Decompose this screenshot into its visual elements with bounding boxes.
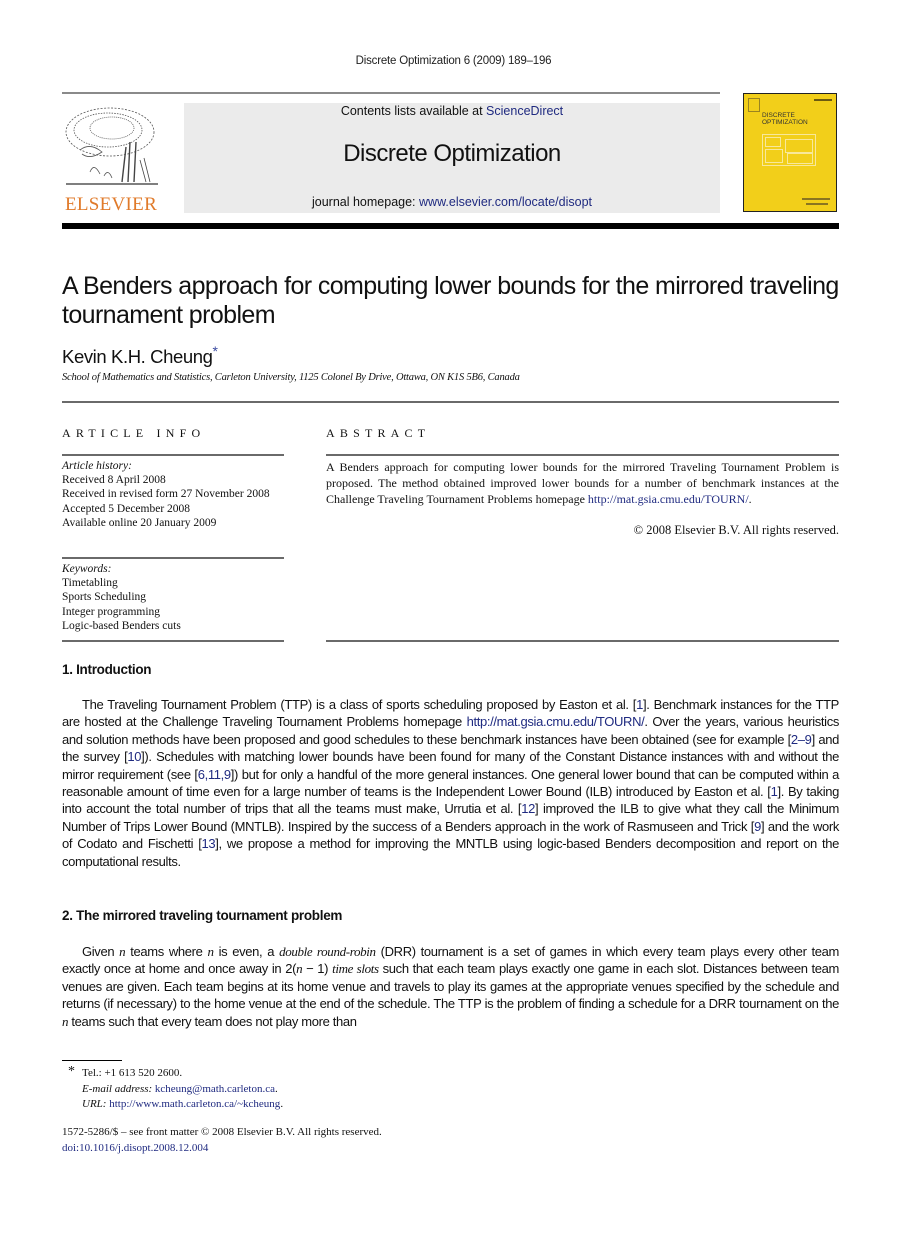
contents-line: Contents lists available at ScienceDirec…: [184, 104, 720, 118]
citation-link[interactable]: 12: [521, 801, 535, 816]
abstract-copyright: © 2008 Elsevier B.V. All rights reserved…: [633, 523, 839, 537]
history-item: Accepted 5 December 2008: [62, 502, 191, 515]
author-footnote-mark[interactable]: *: [213, 343, 218, 359]
cover-title: DISCRETE OPTIMIZATION: [762, 112, 808, 126]
text-run: Given: [82, 944, 120, 959]
article-info-rule: [62, 454, 284, 456]
keyword-item: Logic-based Benders cuts: [62, 619, 181, 632]
text-run: The Traveling Tournament Problem (TTP) i…: [82, 697, 637, 712]
abstract-heading: ABSTRACT: [326, 426, 431, 440]
footnote-rule: [62, 1060, 122, 1061]
italic-term: double round-robin: [279, 944, 376, 959]
running-header: Discrete Optimization 6 (2009) 189–196: [355, 55, 552, 67]
email-label: E-mail address:: [82, 1082, 155, 1095]
author-affiliation: School of Mathematics and Statistics, Ca…: [62, 372, 520, 383]
text-run: − 1): [302, 961, 333, 977]
front-matter-footer: 1572-5286/$ – see front matter © 2008 El…: [62, 1125, 562, 1156]
italic-term: time slots: [332, 961, 379, 977]
citation-link[interactable]: 9: [754, 819, 761, 834]
journal-homepage-link[interactable]: www.elsevier.com/locate/disopt: [419, 195, 592, 209]
citation-link[interactable]: 1: [636, 697, 643, 712]
keywords-label: Keywords:: [62, 563, 112, 575]
abstract-text: A Benders approach for computing lower b…: [326, 460, 839, 506]
citation-link[interactable]: 2–9: [791, 732, 812, 747]
issn-line: 1572-5286/$ – see front matter © 2008 El…: [62, 1126, 382, 1138]
cover-graphic: [762, 134, 816, 166]
article-info-heading: ARTICLE INFO: [62, 426, 206, 440]
section-heading-mirrored-ttp: 2. The mirrored traveling tournament pro…: [62, 908, 343, 923]
cover-footer-mark: [802, 198, 830, 200]
footnote-tel: Tel.: +1 613 520 2600.: [82, 1067, 183, 1079]
text-run: teams such that every team does not play…: [68, 1013, 357, 1029]
journal-name: Discrete Optimization: [343, 140, 561, 167]
text-run: teams where: [125, 944, 208, 959]
citation-link[interactable]: 6,11,9: [198, 767, 231, 782]
history-item: Received in revised form 27 November 200…: [62, 488, 270, 501]
sciencedirect-link[interactable]: ScienceDirect: [486, 104, 563, 118]
abstract-body: A Benders approach for computing lower b…: [326, 460, 839, 506]
paragraph: The Traveling Tournament Problem (TTP) i…: [62, 696, 839, 870]
cover-logo-icon: [748, 98, 760, 112]
contents-prefix: Contents lists available at: [340, 104, 487, 118]
cover-issn-mark: [814, 99, 832, 101]
homepage-prefix: journal homepage:: [311, 195, 420, 209]
history-item: Received 8 April 2008: [62, 474, 166, 487]
journal-homepage-line: journal homepage: www.elsevier.com/locat…: [184, 195, 720, 209]
keyword-item: Timetabling: [62, 577, 118, 590]
header-rule: [62, 92, 720, 94]
history-item: Available online 20 January 2009: [62, 516, 217, 529]
author-footnote: * Tel.: +1 613 520 2600. E-mail address:…: [62, 1064, 562, 1113]
author-name: Kevin K.H. Cheung: [62, 346, 213, 368]
doi-link[interactable]: doi:10.1016/j.disopt.2008.12.004: [62, 1142, 208, 1154]
footnote-email-line: E-mail address: kcheung@math.carleton.ca…: [82, 1082, 278, 1095]
paragraph: Given n teams where n is even, a double …: [62, 943, 839, 1030]
keyword-item: Sports Scheduling: [62, 591, 147, 604]
keywords: Keywords: Timetabling Sports Scheduling …: [62, 562, 284, 633]
abstract-bottom-rule: [326, 640, 839, 642]
author-url-link[interactable]: http://www.math.carleton.ca/~kcheung: [109, 1098, 280, 1110]
keyword-item: Integer programming: [62, 605, 161, 618]
front-matter-rule: [62, 401, 839, 403]
citation-link[interactable]: http://mat.gsia.cmu.edu/TOURN/: [467, 714, 645, 729]
article-title: A Benders approach for computing lower b…: [62, 272, 839, 329]
elsevier-logo-text: ELSEVIER: [64, 194, 158, 215]
header-thick-rule: [62, 223, 839, 229]
journal-cover-thumbnail: DISCRETE OPTIMIZATION: [743, 93, 837, 212]
abstract-rule: [326, 454, 839, 456]
citation-link[interactable]: 10: [127, 749, 141, 764]
text-run: is even, a: [213, 944, 280, 959]
footnote-mark: *: [68, 1064, 75, 1079]
article-history-label: Article history:: [62, 460, 132, 472]
section-introduction-body: The Traveling Tournament Problem (TTP) i…: [62, 696, 839, 870]
keywords-rule: [62, 557, 284, 559]
section-heading-introduction: 1. Introduction: [62, 662, 152, 677]
abstract-link[interactable]: http://mat.gsia.cmu.edu/TOURN/: [588, 492, 749, 506]
citation-link[interactable]: 13: [201, 836, 215, 851]
author-line: Kevin K.H. Cheung*: [62, 343, 218, 368]
url-label: URL:: [82, 1098, 110, 1110]
article-history: Article history: Received 8 April 2008 R…: [62, 459, 284, 530]
section-mirrored-ttp-body: Given n teams where n is even, a double …: [62, 943, 839, 1030]
footnote-url-line: URL: http://www.math.carleton.ca/~kcheun…: [82, 1098, 284, 1110]
article-info-bottom-rule: [62, 640, 284, 642]
email-link[interactable]: kcheung@math.carleton.ca: [155, 1083, 275, 1095]
